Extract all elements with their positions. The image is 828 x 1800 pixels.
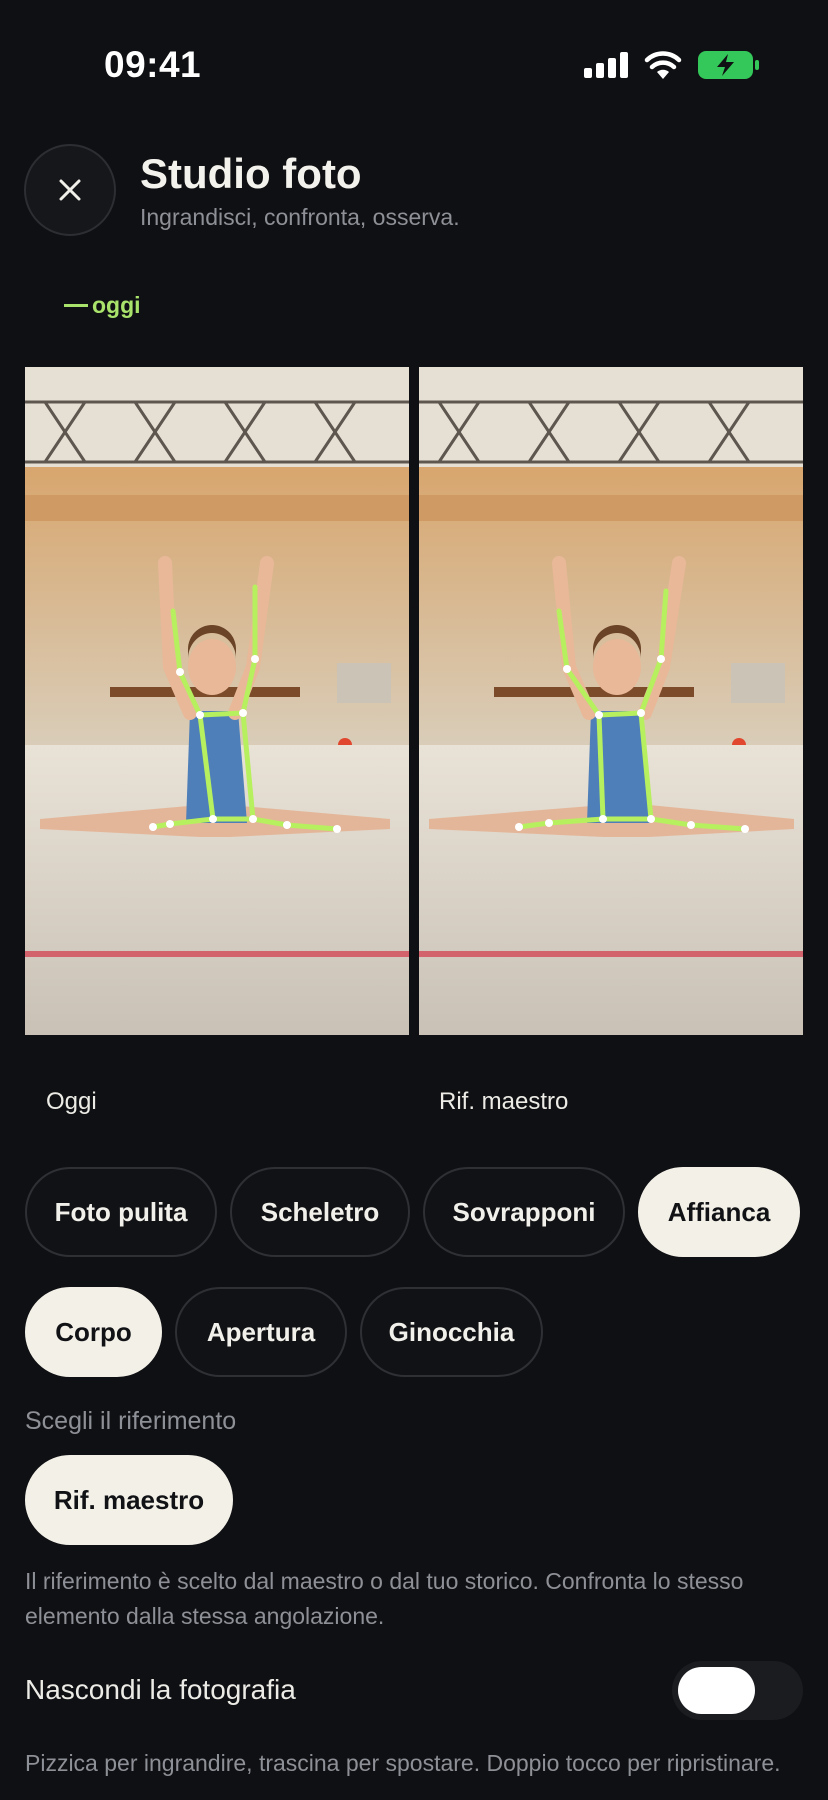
- photo-comparison[interactable]: [25, 367, 803, 1035]
- chip-sovrapponi[interactable]: Sovrapponi: [423, 1167, 625, 1257]
- gym-photo-reference: [419, 367, 803, 1035]
- status-icons: [584, 50, 760, 80]
- status-time: 09:41: [104, 44, 202, 85]
- photo-reference[interactable]: [419, 367, 803, 1035]
- chip-scheletro[interactable]: Scheletro: [230, 1167, 410, 1257]
- status-bar: 09:41: [0, 0, 828, 130]
- signal-icon: [584, 52, 628, 78]
- chip-affianca[interactable]: Affianca: [638, 1167, 800, 1257]
- gesture-hint: Pizzica per ingrandire, trascina per spo…: [25, 1750, 781, 1776]
- photo-label-today: Oggi: [46, 1088, 97, 1115]
- date-tag-label: oggi: [92, 292, 141, 318]
- dash-marker: [64, 304, 88, 307]
- reference-note: Il riferimento è scelto dal maestro o da…: [25, 1568, 744, 1629]
- wifi-icon: [644, 51, 682, 79]
- date-tag: oggi: [64, 292, 141, 319]
- toggle-knob: [678, 1667, 755, 1714]
- hide-photo-toggle[interactable]: [672, 1661, 803, 1720]
- close-icon: [59, 179, 81, 201]
- page-subtitle: Ingrandisci, confronta, osserva.: [140, 204, 460, 230]
- photo-today[interactable]: [25, 367, 409, 1035]
- header: Studio foto Ingrandisci, confronta, osse…: [24, 144, 804, 236]
- reference-chip[interactable]: Rif. maestro: [25, 1455, 233, 1545]
- chip-apertura[interactable]: Apertura: [175, 1287, 347, 1377]
- chip-corpo[interactable]: Corpo: [25, 1287, 162, 1377]
- gym-photo-today: [25, 367, 409, 1035]
- chip-foto-pulita[interactable]: Foto pulita: [25, 1167, 217, 1257]
- battery-charging-icon: [698, 51, 759, 79]
- close-button[interactable]: [24, 144, 116, 236]
- photo-label-reference: Rif. maestro: [439, 1088, 569, 1115]
- hide-photo-label: Nascondi la fotografia: [25, 1674, 296, 1705]
- chip-ginocchia[interactable]: Ginocchia: [360, 1287, 543, 1377]
- reference-section-label: Scegli il riferimento: [25, 1407, 237, 1435]
- page-title: Studio foto: [140, 150, 362, 197]
